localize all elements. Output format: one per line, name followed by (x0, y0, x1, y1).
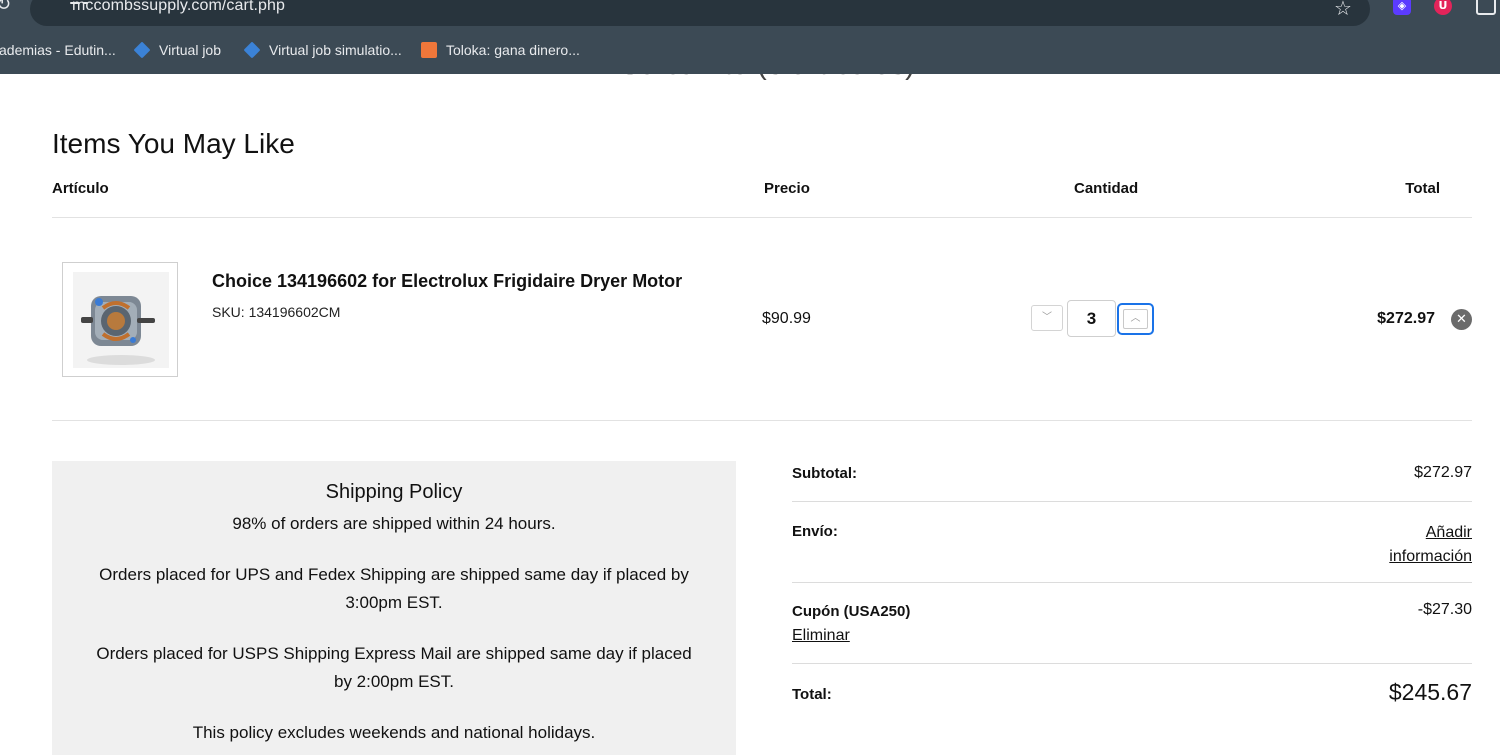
bookmark-edutin[interactable]: ademias - Edutin... (0, 40, 116, 60)
chevron-up-icon: ︿ (1123, 309, 1148, 329)
grand-total-value: $245.67 (1388, 679, 1472, 705)
policy-line: Orders placed for UPS and Fedex Shipping… (99, 565, 689, 612)
extension-shield-icon[interactable]: ◈ (1393, 0, 1411, 15)
bookmark-label: Toloka: gana dinero... (446, 42, 580, 58)
diamond-icon (133, 41, 151, 59)
shipping-label: Envío: (792, 523, 838, 540)
bookmark-label: Virtual job simulatio... (269, 42, 402, 58)
bookmark-star-icon[interactable]: ☆ (1334, 0, 1352, 20)
bookmark-virtual-job[interactable]: Virtual job (133, 40, 222, 60)
column-header-total: Total (1405, 180, 1440, 197)
chevron-down-icon: ﹀ (1042, 312, 1052, 323)
reload-icon[interactable]: ↻ (0, 0, 11, 15)
cart-page: Su carrito (3 artículos) Items You May L… (0, 74, 1500, 755)
shipping-policy-title: Shipping Policy (325, 481, 463, 503)
shipping-row: Envío: Añadir información (792, 502, 1472, 583)
item-total: $272.97 (1377, 310, 1435, 327)
coupon-value: -$27.30 (1417, 601, 1472, 618)
product-name[interactable]: Choice 134196602 for Electrolux Frigidai… (212, 271, 682, 292)
product-sku: SKU: 134196602CM (212, 304, 341, 320)
grand-total-row: Total: $245.67 (792, 664, 1472, 724)
coupon-row: Cupón (USA250) Eliminar -$27.30 (792, 583, 1472, 664)
policy-line: 98% of orders are shipped within 24 hour… (232, 514, 556, 533)
toloka-icon (421, 42, 437, 58)
bookmark-toloka[interactable]: Toloka: gana dinero... (421, 40, 580, 60)
policy-line: This policy excludes weekends and nation… (192, 723, 596, 742)
subtotal-label: Subtotal: (792, 465, 857, 482)
subtotal-row: Subtotal: $272.97 (792, 461, 1472, 502)
quantity-increase-button[interactable]: ︿ (1117, 303, 1154, 335)
cart-table-header: Artículo Precio Cantidad Total (52, 180, 1472, 218)
product-price: $90.99 (762, 310, 811, 327)
extension-u-icon[interactable]: U (1434, 0, 1452, 15)
bookmark-label: Virtual job (159, 42, 222, 58)
remove-coupon-link[interactable]: Eliminar (792, 627, 850, 645)
shipping-policy-box: Shipping Policy 98% of orders are shippe… (52, 461, 736, 755)
grand-total-label: Total: (792, 686, 832, 703)
subtotal-value: $272.97 (1414, 464, 1472, 481)
quantity-input[interactable]: 3 (1067, 300, 1116, 337)
browser-chrome: ↻ mccombssupply.com/cart.php ☆ ◈ U ademi… (0, 0, 1500, 74)
url-text[interactable]: mccombssupply.com/cart.php (72, 0, 285, 15)
column-header-articulo: Artículo (52, 180, 109, 197)
order-summary: Subtotal: $272.97 Envío: Añadir informac… (792, 461, 1472, 724)
bookmarks-bar: ademias - Edutin... Virtual job Virtual … (0, 36, 1500, 64)
diamond-icon (243, 41, 261, 59)
add-shipping-info-link[interactable]: Añadir información (1380, 521, 1472, 569)
bookmark-virtual-job-simulation[interactable]: Virtual job simulatio... (243, 40, 402, 60)
product-image[interactable] (62, 262, 178, 377)
remove-item-icon[interactable]: ✕ (1451, 309, 1472, 330)
cart-heading: Su carrito (3 artículos) (620, 74, 915, 82)
quantity-decrease-button[interactable]: ﹀ (1031, 305, 1063, 331)
coupon-label: Cupón (USA250) (792, 603, 911, 620)
column-header-precio: Precio (764, 180, 810, 197)
cart-item-row: Choice 134196602 for Electrolux Frigidai… (52, 219, 1472, 421)
bookmark-label: ademias - Edutin... (0, 42, 116, 58)
extensions-puzzle-icon[interactable] (1476, 0, 1496, 15)
policy-line: Orders placed for USPS Shipping Express … (96, 644, 692, 691)
section-title: Items You May Like (52, 128, 295, 159)
column-header-cantidad: Cantidad (1074, 180, 1139, 197)
